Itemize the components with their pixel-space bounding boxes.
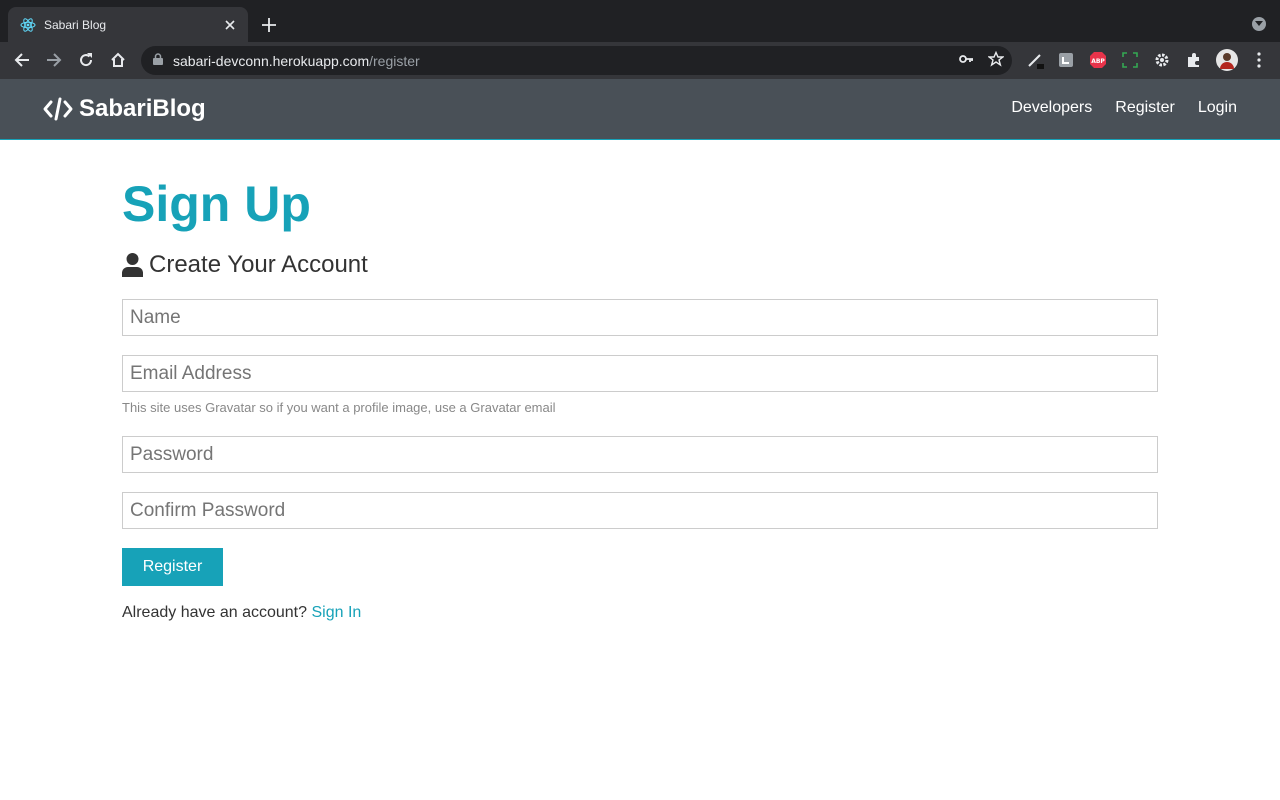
address-bar[interactable]: sabari-devconn.herokuapp.com/register	[141, 46, 1012, 75]
url-path: /register	[369, 52, 420, 69]
home-icon[interactable]	[106, 48, 130, 72]
confirm-password-input[interactable]	[122, 492, 1158, 529]
key-icon[interactable]	[958, 51, 974, 72]
react-icon	[20, 17, 36, 33]
svg-text:ABP: ABP	[1091, 58, 1105, 65]
password-group	[122, 436, 1158, 473]
signin-link[interactable]: Sign In	[311, 604, 361, 621]
forward-arrow-icon[interactable]	[42, 48, 66, 72]
browser-tabstrip: Sabari Blog	[0, 0, 1280, 42]
lock-icon[interactable]	[153, 52, 163, 70]
gear-icon[interactable]	[1152, 50, 1172, 70]
site-navbar: SabariBlog Developers Register Login	[0, 79, 1280, 140]
kebab-menu-icon[interactable]	[1249, 50, 1269, 70]
nav-links: Developers Register Login	[1011, 99, 1237, 117]
password-input[interactable]	[122, 436, 1158, 473]
puzzle-extensions-icon[interactable]	[1184, 50, 1204, 70]
lead-label: Create Your Account	[149, 251, 368, 278]
email-input[interactable]	[122, 355, 1158, 392]
profile-avatar[interactable]	[1215, 48, 1239, 72]
nav-link-register[interactable]: Register	[1115, 99, 1175, 117]
nav-link-login[interactable]: Login	[1198, 99, 1237, 117]
tab-title: Sabari Blog	[44, 17, 107, 32]
star-icon[interactable]	[987, 50, 1005, 72]
new-tab-plus-icon[interactable]	[258, 14, 280, 36]
brand-link[interactable]: SabariBlog	[43, 95, 206, 123]
register-button[interactable]: Register	[122, 548, 223, 586]
email-help-text: This site uses Gravatar so if you want a…	[122, 400, 556, 415]
lead-text: Create Your Account	[122, 250, 1158, 280]
pen-extension-icon[interactable]	[1025, 50, 1045, 70]
close-icon[interactable]	[222, 17, 238, 33]
adblock-extension-icon[interactable]: ABP	[1088, 50, 1108, 70]
email-group: This site uses Gravatar so if you want a…	[122, 355, 1158, 415]
tab-search-chevron-icon[interactable]	[1252, 17, 1266, 31]
screenshot-extension-icon[interactable]	[1120, 50, 1140, 70]
back-arrow-icon[interactable]	[10, 48, 34, 72]
register-section: Sign Up Create Your Account This site us…	[122, 140, 1158, 622]
url-host: sabari-devconn.herokuapp.com	[173, 52, 370, 69]
name-input[interactable]	[122, 299, 1158, 336]
browser-tab[interactable]: Sabari Blog	[8, 7, 248, 42]
signin-prompt: Already have an account? Sign In	[122, 604, 1158, 622]
page-title: Sign Up	[122, 176, 311, 232]
signin-prompt-text: Already have an account?	[122, 604, 308, 621]
register-form: This site uses Gravatar so if you want a…	[122, 299, 1158, 586]
name-group	[122, 299, 1158, 336]
reload-icon[interactable]	[74, 48, 98, 72]
brand-name: SabariBlog	[79, 95, 206, 122]
confirm-password-group	[122, 492, 1158, 529]
browser-toolbar: sabari-devconn.herokuapp.com/register AB…	[0, 42, 1280, 79]
note-extension-icon[interactable]	[1056, 50, 1076, 70]
nav-link-developers[interactable]: Developers	[1011, 99, 1092, 117]
code-icon	[43, 97, 73, 121]
user-icon	[122, 253, 143, 277]
